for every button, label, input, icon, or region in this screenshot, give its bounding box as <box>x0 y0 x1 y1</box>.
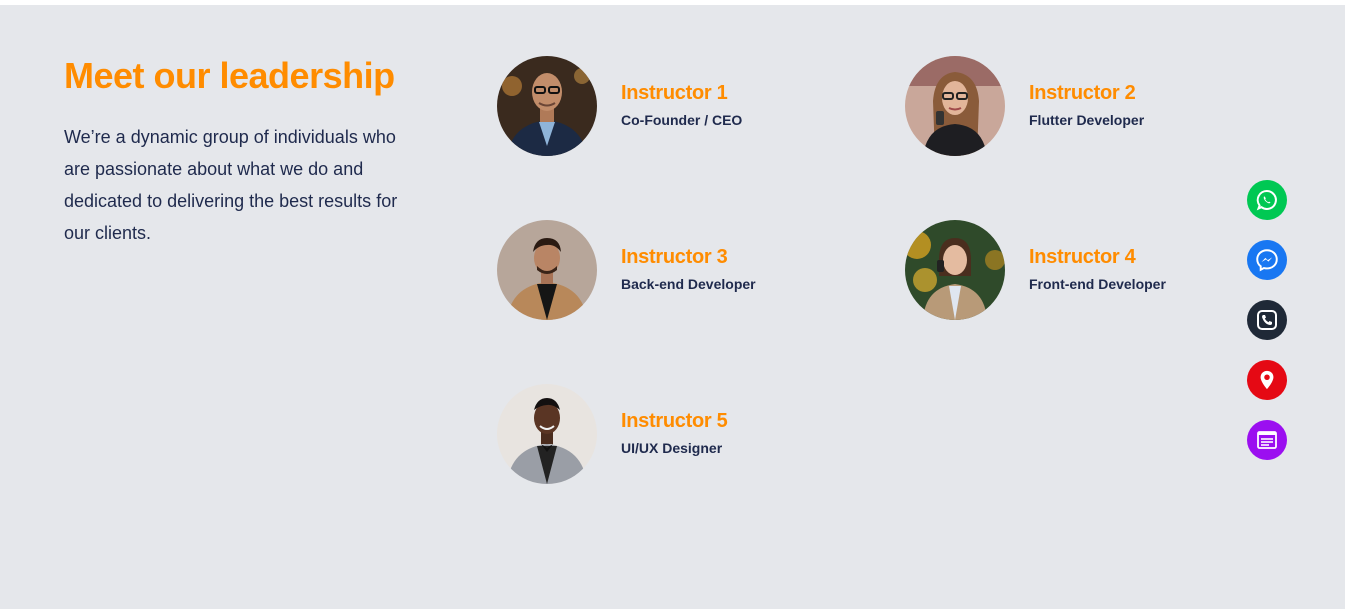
member-role: Flutter Developer <box>1029 112 1145 128</box>
leadership-section: Meet our leadership We’re a dynamic grou… <box>0 5 1345 609</box>
form-button[interactable] <box>1247 420 1287 460</box>
section-title: Meet our leadership <box>64 55 395 96</box>
member-card-1: Instructor 1 Co-Founder / CEO <box>497 56 817 156</box>
section-description: We’re a dynamic group of individuals who… <box>64 127 398 243</box>
member-card-4: Instructor 4 Front-end Developer <box>905 220 1225 320</box>
member-name: Instructor 2 <box>1029 82 1136 104</box>
whatsapp-icon <box>1256 189 1277 211</box>
member-card-2: Instructor 2 Flutter Developer <box>905 56 1225 156</box>
member-card-5: Instructor 5 UI/UX Designer <box>497 384 817 484</box>
member-photo-1 <box>497 56 597 156</box>
form-icon <box>1257 431 1277 449</box>
phone-icon <box>1257 310 1277 330</box>
floating-contact-buttons <box>1247 180 1289 480</box>
member-name: Instructor 4 <box>1029 246 1136 268</box>
messenger-button[interactable] <box>1247 240 1287 280</box>
member-card-3: Instructor 3 Back-end Developer <box>497 220 817 320</box>
whatsapp-button[interactable] <box>1247 180 1287 220</box>
member-role: Front-end Developer <box>1029 276 1166 292</box>
member-photo-2 <box>905 56 1005 156</box>
member-photo-5 <box>497 384 597 484</box>
member-role: UI/UX Designer <box>621 440 723 456</box>
member-name: Instructor 3 <box>621 246 728 268</box>
member-role: Co-Founder / CEO <box>621 112 743 128</box>
member-role: Back-end Developer <box>621 276 756 292</box>
member-photo-4 <box>905 220 1005 320</box>
phone-button[interactable] <box>1247 300 1287 340</box>
messenger-icon <box>1256 249 1278 272</box>
intro-block: Meet our leadership We’re a dynamic grou… <box>64 55 414 249</box>
member-name: Instructor 5 <box>621 410 728 432</box>
member-name: Instructor 1 <box>621 82 728 104</box>
location-button[interactable] <box>1247 360 1287 400</box>
location-pin-icon <box>1260 370 1274 390</box>
member-photo-3 <box>497 220 597 320</box>
